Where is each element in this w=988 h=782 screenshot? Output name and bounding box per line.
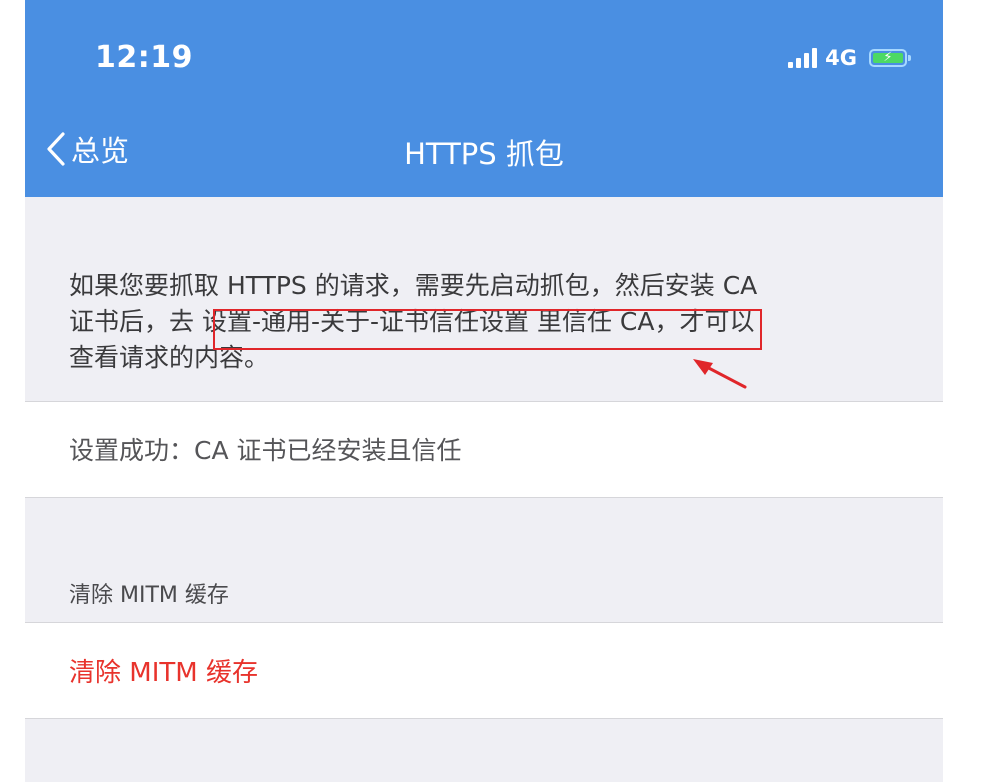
description-line-1: 如果您要抓取 HTTPS 的请求，需要先启动抓包，然后安装 CA (69, 271, 758, 300)
battery-icon: ⚡ (869, 49, 911, 67)
signal-icon (788, 48, 818, 68)
network-type: 4G (825, 46, 857, 70)
page-title: HTTPS 抓包 (404, 137, 564, 171)
annotation-arrow-icon (693, 359, 747, 389)
ca-status-row: 设置成功：CA 证书已经安装且信任 (25, 401, 943, 498)
annotation-highlight-box (213, 309, 762, 350)
clear-mitm-cache-label: 清除 MITM 缓存 (69, 658, 258, 688)
status-time: 12:19 (95, 40, 193, 75)
clear-mitm-cache-button[interactable]: 清除 MITM 缓存 (25, 622, 943, 719)
description-line-2-prefix: 证书后，去 (69, 307, 202, 336)
mitm-section-header: 清除 MITM 缓存 (69, 583, 229, 608)
phone-screen: 12:19 4G ⚡ 总览 HTTPS 抓包 如果您要抓取 HTTPS 的请求，… (25, 0, 943, 782)
status-indicators: 4G ⚡ (788, 46, 911, 70)
nav-header: 12:19 4G ⚡ 总览 HTTPS 抓包 (25, 0, 943, 197)
ca-status-text: 设置成功：CA 证书已经安装且信任 (69, 436, 462, 465)
